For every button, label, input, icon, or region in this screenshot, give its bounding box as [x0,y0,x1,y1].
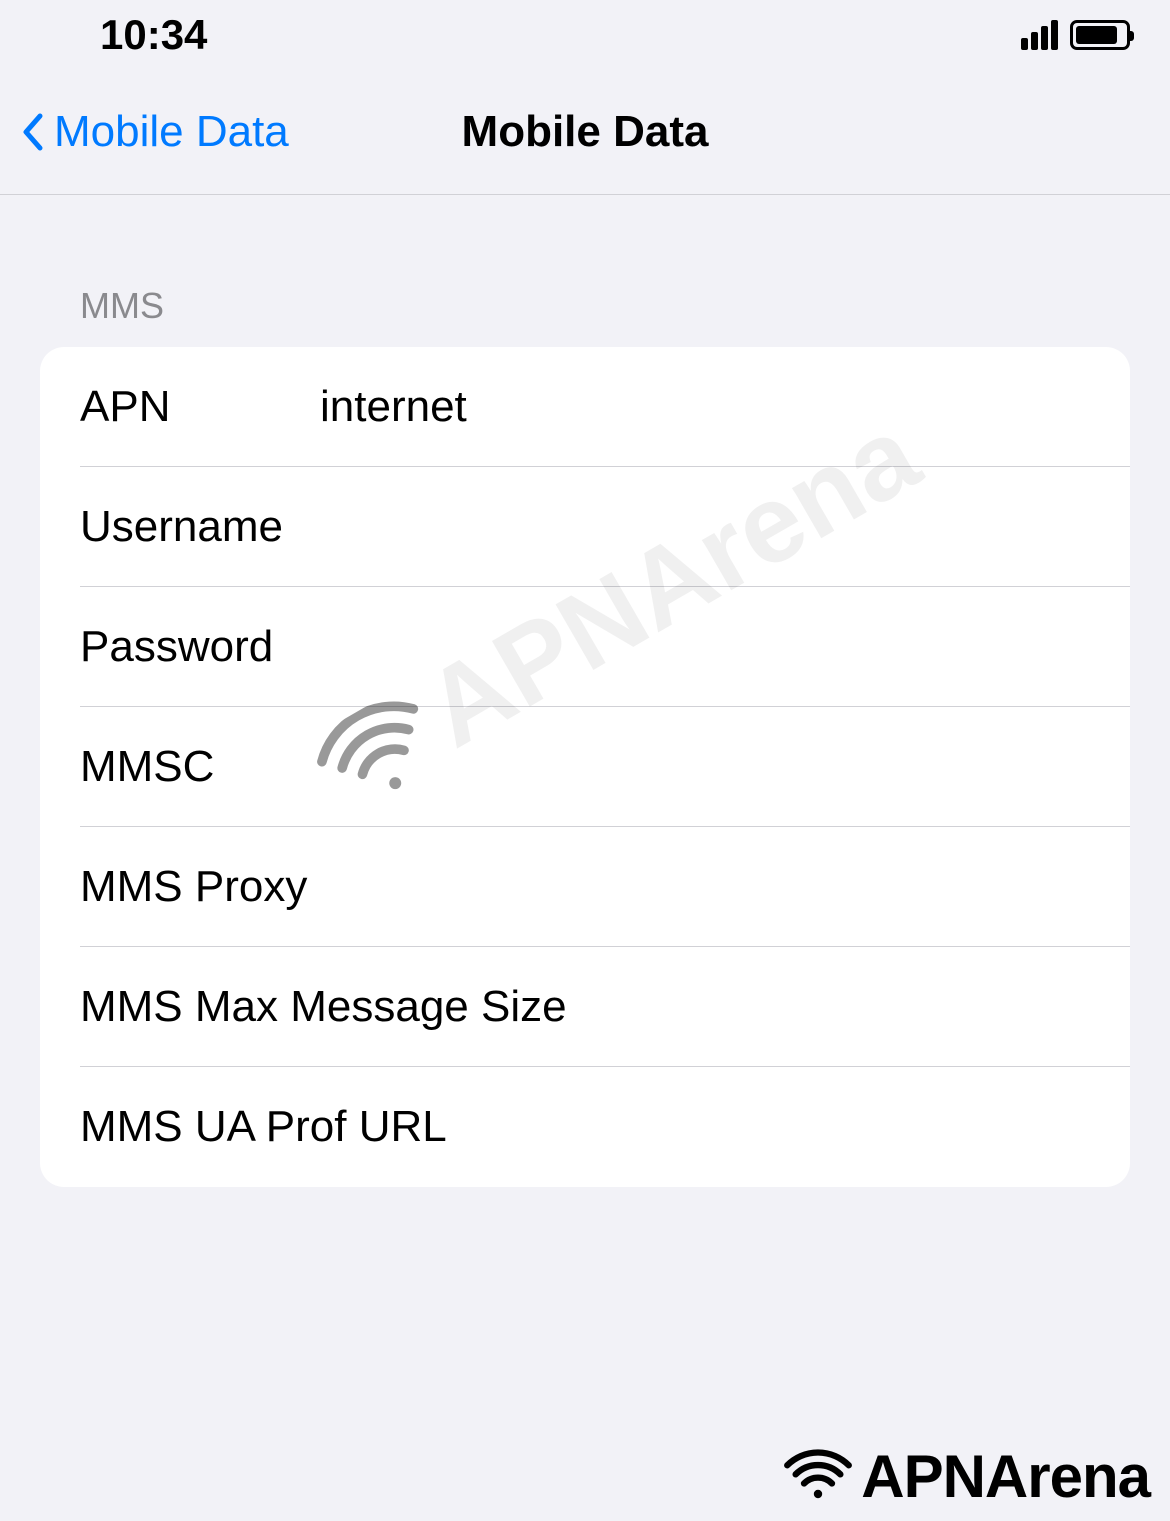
label-username: Username [80,502,320,552]
input-username[interactable] [320,502,1090,552]
input-apn[interactable] [320,382,1090,432]
row-mmsc[interactable]: MMSC [40,707,1130,827]
row-apn[interactable]: APN [40,347,1130,467]
label-mms-ua-prof: MMS UA Prof URL [80,1102,447,1152]
input-password[interactable] [320,622,1090,672]
chevron-left-icon [20,112,44,152]
row-mms-ua-prof[interactable]: MMS UA Prof URL [40,1067,1130,1187]
input-mms-proxy[interactable] [307,862,1090,912]
label-apn: APN [80,382,320,432]
back-label: Mobile Data [54,107,289,157]
input-mms-ua-prof[interactable] [447,1102,1090,1152]
label-mms-max-size: MMS Max Message Size [80,982,567,1032]
nav-header: Mobile Data Mobile Data [0,70,1170,195]
row-mms-proxy[interactable]: MMS Proxy [40,827,1130,947]
logo-text: APNArena [861,1442,1150,1511]
status-time: 10:34 [100,11,207,59]
battery-icon [1070,20,1130,50]
input-mms-max-size[interactable] [567,982,1130,1032]
label-mms-proxy: MMS Proxy [80,862,307,912]
row-mms-max-size[interactable]: MMS Max Message Size [40,947,1130,1067]
section-header-mms: MMS [0,195,1170,347]
status-bar: 10:34 [0,0,1170,70]
watermark-logo: APNArena [783,1442,1150,1511]
row-password[interactable]: Password [40,587,1130,707]
label-password: Password [80,622,320,672]
label-mmsc: MMSC [80,742,320,792]
back-button[interactable]: Mobile Data [0,107,289,157]
status-icons [1021,20,1130,50]
page-title: Mobile Data [462,107,709,157]
row-username[interactable]: Username [40,467,1130,587]
input-mmsc[interactable] [320,742,1090,792]
cellular-signal-icon [1021,20,1058,50]
wifi-icon [783,1449,853,1504]
settings-group-mms: APN Username Password MMSC MMS Proxy MMS… [40,347,1130,1187]
